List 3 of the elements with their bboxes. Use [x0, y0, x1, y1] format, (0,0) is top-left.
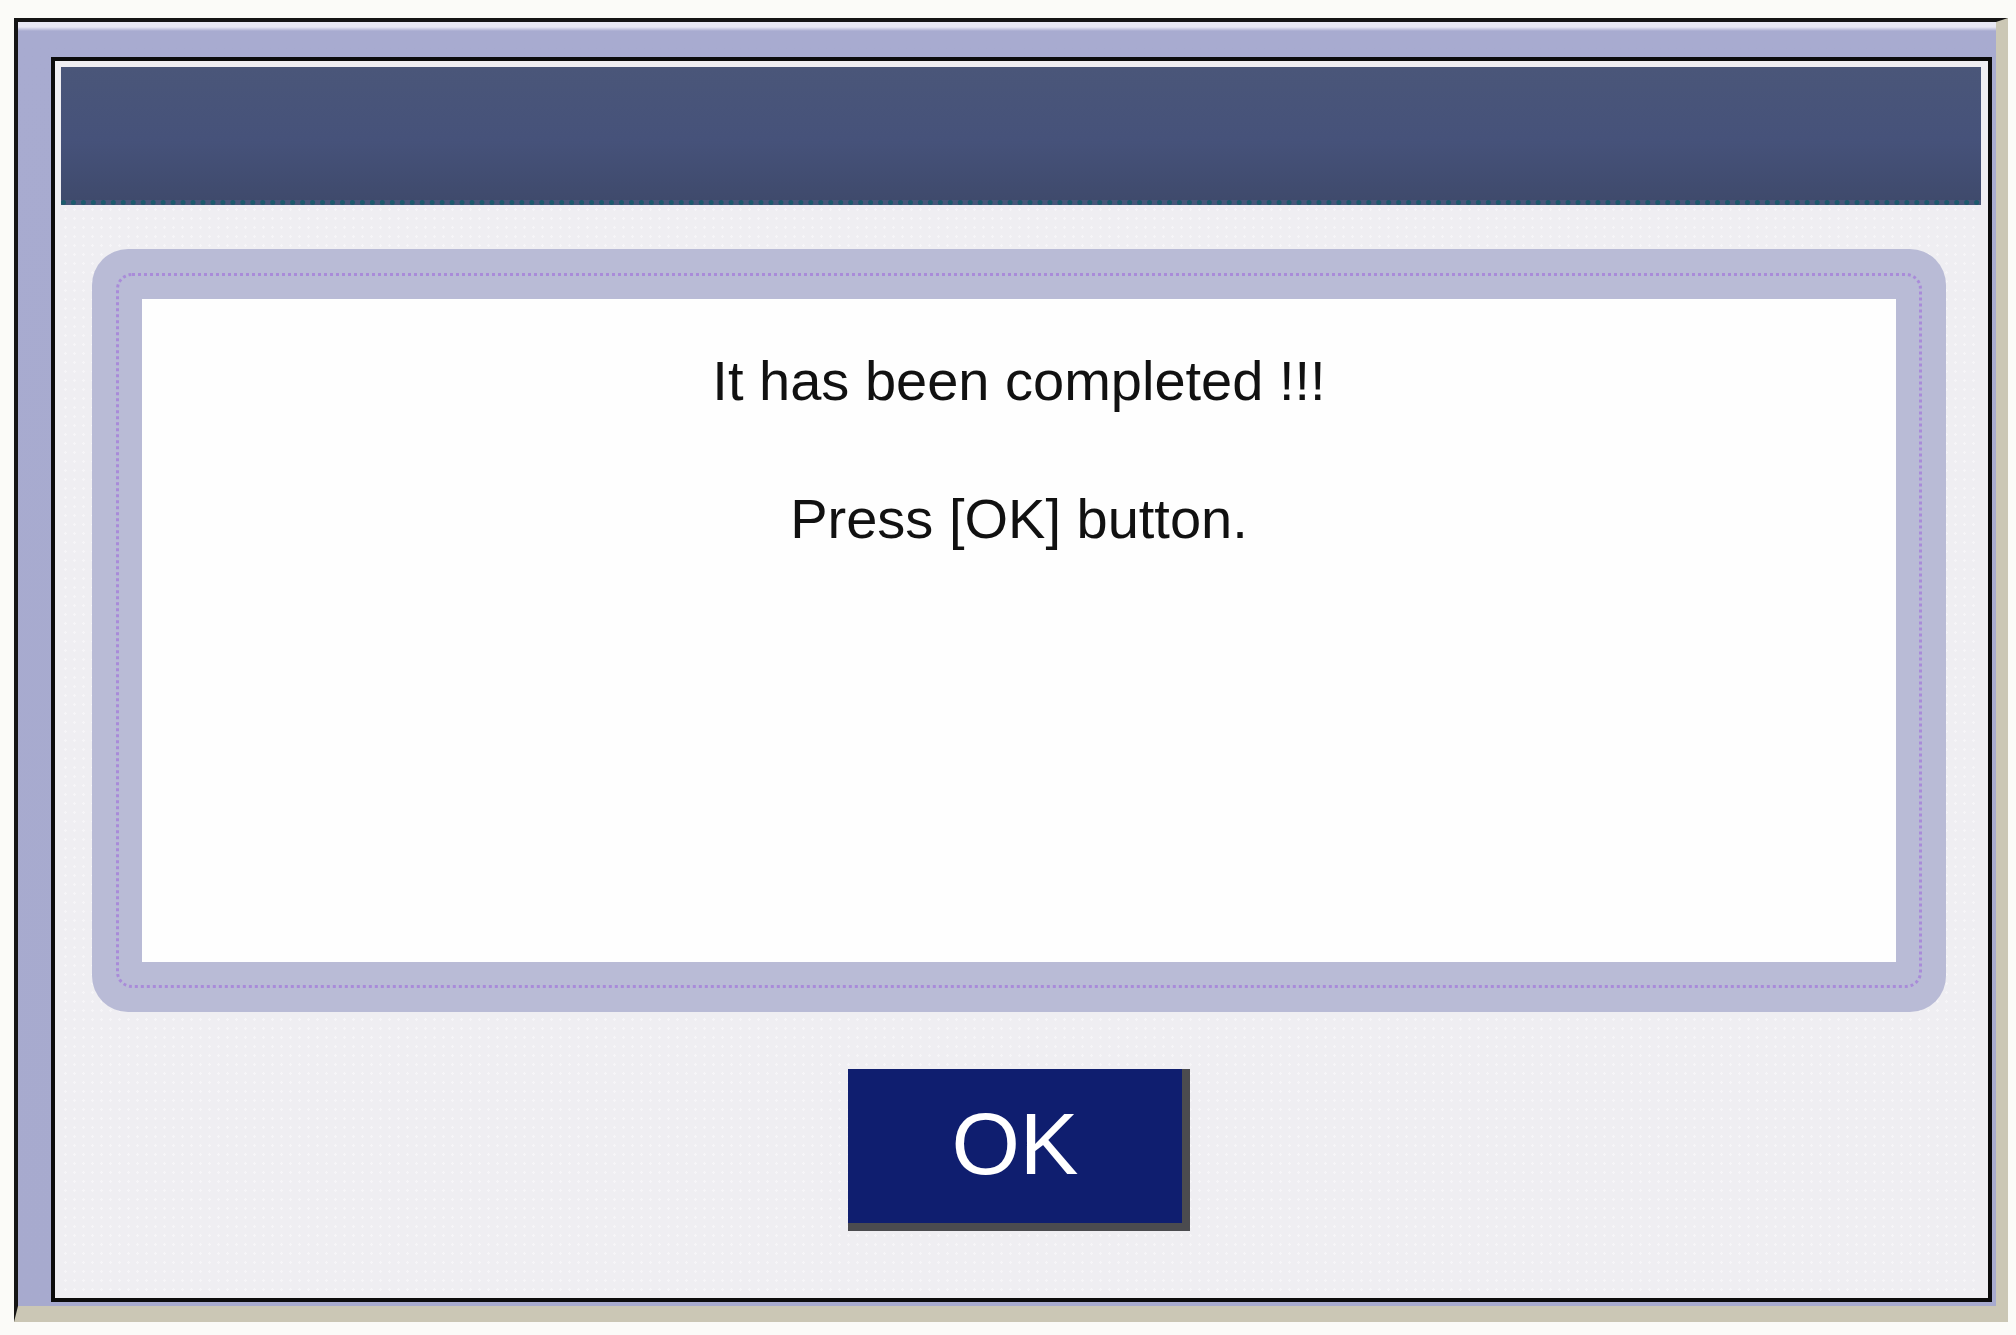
message-text: Press [OK] button.: [790, 486, 1248, 552]
ok-button[interactable]: OK: [848, 1069, 1190, 1231]
message-text: It has been completed !!!: [712, 348, 1326, 414]
